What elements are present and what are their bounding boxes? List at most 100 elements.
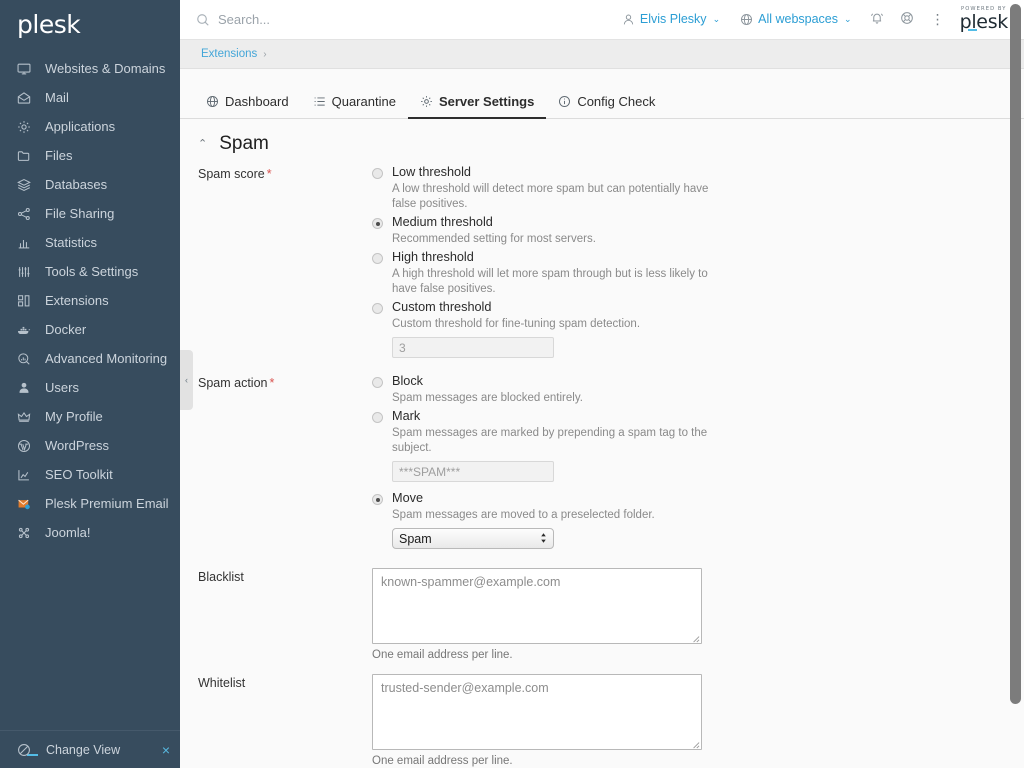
whitelist-textarea-wrap (372, 674, 702, 750)
sidebar-item-label: Mail (45, 90, 69, 106)
joomla-icon (17, 525, 39, 541)
radio-button[interactable] (372, 494, 383, 505)
premium-email-icon (17, 496, 39, 512)
envelope-icon (17, 90, 39, 106)
sidebar-item-websites-domains[interactable]: Websites & Domains (0, 54, 180, 83)
blacklist-textarea-wrap (372, 568, 702, 644)
spam-tag-input[interactable] (392, 461, 554, 482)
tab-label: Config Check (577, 94, 655, 109)
sidebar-item-extensions[interactable]: Extensions (0, 286, 180, 315)
notifications-button[interactable] (862, 11, 892, 28)
kebab-menu-icon[interactable]: ⋮ (922, 12, 954, 26)
sidebar-collapse-handle[interactable]: ‹ (180, 350, 193, 410)
spam-action-label-wrap: Spam action* (180, 374, 360, 549)
sidebar-item-mail[interactable]: Mail (0, 83, 180, 112)
whitelist-label: Whitelist (180, 674, 360, 767)
sidebar-item-wordpress[interactable]: WordPress (0, 431, 180, 460)
radio-button[interactable] (372, 303, 383, 314)
blacklist-label: Blacklist (180, 568, 360, 661)
radio-option-custom-threshold[interactable]: Custom threshold (372, 300, 1024, 315)
sidebar-logo[interactable]: plesk (0, 0, 180, 48)
sidebar-nav: Websites & Domains Mail Application (0, 54, 180, 547)
option-hint: A low threshold will detect more spam bu… (392, 182, 712, 212)
info-circle-icon (558, 95, 571, 108)
tab-config-check[interactable]: Config Check (546, 85, 667, 119)
tab-server-settings[interactable]: Server Settings (408, 85, 546, 119)
form-row-blacklist: Blacklist One email address per line. (180, 568, 1024, 661)
spam-folder-select[interactable]: Spam (392, 528, 554, 549)
help-button[interactable] (892, 11, 922, 28)
radio-option-high-threshold[interactable]: High threshold (372, 250, 1024, 265)
sidebar-item-my-profile[interactable]: My Profile (0, 402, 180, 431)
sidebar-item-tools-settings[interactable]: Tools & Settings (0, 257, 180, 286)
share-icon (17, 206, 39, 222)
form-row-whitelist: Whitelist One email address per line. (180, 674, 1024, 767)
search-box[interactable] (196, 12, 478, 27)
tab-quarantine[interactable]: Quarantine (301, 85, 408, 119)
radio-label: High threshold (392, 250, 474, 265)
docker-whale-icon (17, 322, 39, 338)
change-view-button[interactable]: Change View × (0, 730, 180, 768)
radio-option-medium-threshold[interactable]: Medium threshold (372, 215, 1024, 230)
radio-button[interactable] (372, 168, 383, 179)
user-menu-button[interactable]: Elvis Plesky ⌄ (612, 12, 730, 26)
radio-option-block[interactable]: Block (372, 374, 1024, 389)
sidebar-item-statistics[interactable]: Statistics (0, 228, 180, 257)
sidebar-item-label: Joomla! (45, 525, 91, 541)
sidebar-item-label: File Sharing (45, 206, 114, 222)
radio-option-mark[interactable]: Mark (372, 409, 1024, 424)
sidebar-item-joomla[interactable]: Joomla! (0, 518, 180, 547)
required-marker: * (269, 376, 274, 390)
sidebar-item-databases[interactable]: Databases (0, 170, 180, 199)
spam-score-options: Low threshold A low threshold will detec… (360, 165, 1024, 358)
sidebar-item-users[interactable]: Users (0, 373, 180, 402)
section-header-spam: ⌃ Spam (180, 119, 1024, 165)
webspaces-menu-button[interactable]: All webspaces ⌄ (730, 12, 861, 26)
sidebar-item-file-sharing[interactable]: File Sharing (0, 199, 180, 228)
blacklist-field: One email address per line. (360, 568, 1024, 661)
page-title: Spam (219, 133, 269, 155)
logo-underline-accent (968, 29, 977, 31)
sidebar-item-advanced-monitoring[interactable]: Advanced Monitoring (0, 344, 180, 373)
header-right-cluster: Elvis Plesky ⌄ All webspaces ⌄ (612, 7, 1012, 32)
blacklist-textarea[interactable] (372, 568, 702, 644)
search-input[interactable] (218, 12, 478, 27)
radio-option-low-threshold[interactable]: Low threshold (372, 165, 1024, 180)
breadcrumb: Extensions › (180, 40, 1024, 69)
radio-label: Move (392, 491, 423, 506)
webspaces-menu-label: All webspaces (758, 12, 838, 26)
whitelist-textarea[interactable] (372, 674, 702, 750)
option-hint: Spam messages are blocked entirely. (392, 391, 712, 406)
sidebar-item-applications[interactable]: Applications (0, 112, 180, 141)
custom-threshold-input[interactable] (392, 337, 554, 358)
sidebar-item-label: My Profile (45, 409, 103, 425)
crown-icon (17, 409, 39, 425)
radio-button[interactable] (372, 218, 383, 229)
sidebar-item-label: Files (45, 148, 72, 164)
tab-dashboard[interactable]: Dashboard (194, 85, 301, 119)
radio-button[interactable] (372, 253, 383, 264)
sidebar: plesk Websites & Domains Mail (0, 0, 180, 768)
breadcrumb-item-extensions[interactable]: Extensions (201, 48, 257, 60)
sidebar-item-docker[interactable]: Docker (0, 315, 180, 344)
option-hint: Custom threshold for fine-tuning spam de… (392, 317, 712, 332)
grid-blocks-icon (17, 293, 39, 309)
settings-content: ⌃ Spam Spam score* Low threshold A low t… (180, 119, 1024, 768)
close-icon[interactable]: × (162, 743, 170, 757)
sidebar-item-label: Docker (45, 322, 86, 338)
radio-button[interactable] (372, 377, 383, 388)
plesk-wordmark-header: plesk (960, 13, 1008, 32)
radio-option-move[interactable]: Move (372, 491, 1024, 506)
option-hint: Recommended setting for most servers. (392, 232, 712, 247)
sidebar-item-files[interactable]: Files (0, 141, 180, 170)
search-icon (196, 13, 210, 27)
sidebar-item-plesk-premium-email[interactable]: Plesk Premium Email (0, 489, 180, 518)
radio-label: Block (392, 374, 423, 389)
sidebar-item-seo-toolkit[interactable]: SEO Toolkit (0, 460, 180, 489)
chevron-up-icon[interactable]: ⌃ (198, 139, 207, 150)
radio-button[interactable] (372, 412, 383, 423)
sidebar-item-label: Applications (45, 119, 115, 135)
folder-icon (17, 148, 39, 164)
tab-bar: Dashboard Quarantine S (180, 85, 1024, 119)
vertical-scrollbar[interactable] (1010, 4, 1021, 704)
